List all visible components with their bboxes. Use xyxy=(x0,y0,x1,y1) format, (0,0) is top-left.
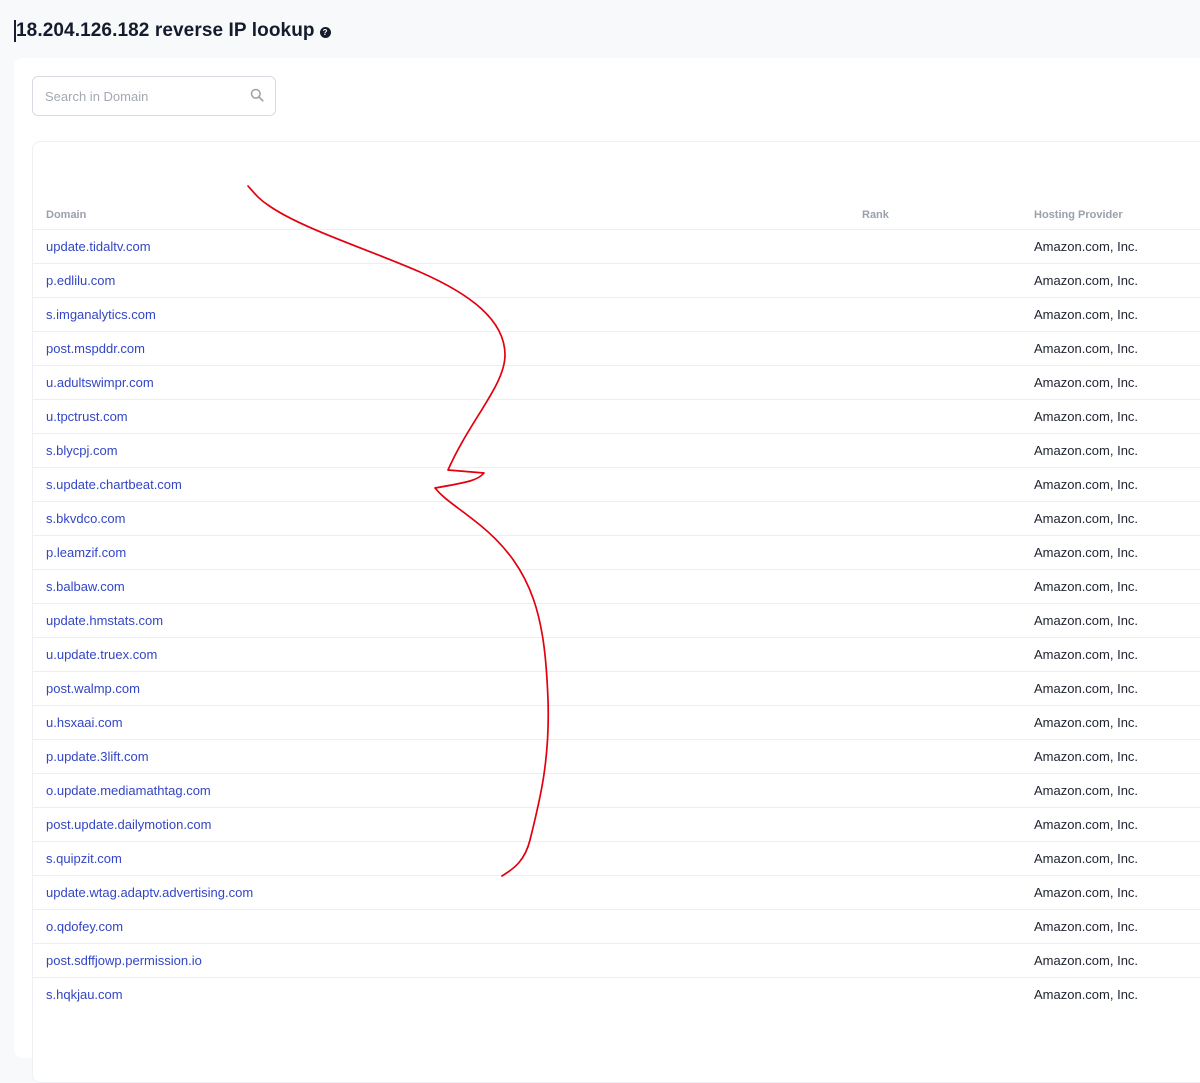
table-row: p.update.3lift.com Amazon.com, Inc. xyxy=(33,739,1200,773)
hosting-provider-cell: Amazon.com, Inc. xyxy=(1034,545,1139,560)
table-row: s.blycpj.com Amazon.com, Inc. xyxy=(33,433,1200,467)
table-row: p.leamzif.com Amazon.com, Inc. xyxy=(33,535,1200,569)
table-row: update.tidaltv.com Amazon.com, Inc. xyxy=(33,229,1200,263)
domain-link[interactable]: update.tidaltv.com xyxy=(46,239,151,254)
hosting-provider-cell: Amazon.com, Inc. xyxy=(1034,511,1139,526)
table-row: u.update.truex.com Amazon.com, Inc. xyxy=(33,637,1200,671)
table-row: s.bkvdco.com Amazon.com, Inc. xyxy=(33,501,1200,535)
table-row: o.qdofey.com Amazon.com, Inc. xyxy=(33,909,1200,943)
hosting-provider-cell: Amazon.com, Inc. xyxy=(1034,579,1139,594)
table-row: s.update.chartbeat.com Amazon.com, Inc. xyxy=(33,467,1200,501)
hosting-provider-cell: Amazon.com, Inc. xyxy=(1034,783,1139,798)
domain-table: Domain Rank Hosting Provider update.tida… xyxy=(32,141,1200,1083)
table-row: s.balbaw.com Amazon.com, Inc. xyxy=(33,569,1200,603)
domain-link[interactable]: p.update.3lift.com xyxy=(46,749,149,764)
table-row: post.walmp.com Amazon.com, Inc. xyxy=(33,671,1200,705)
table-row: post.update.dailymotion.com Amazon.com, I… xyxy=(33,807,1200,841)
hosting-provider-cell: Amazon.com, Inc. xyxy=(1034,613,1139,628)
table-row: s.quipzit.com Amazon.com, Inc. xyxy=(33,841,1200,875)
hosting-provider-cell: Amazon.com, Inc. xyxy=(1034,715,1139,730)
hosting-provider-cell: Amazon.com, Inc. xyxy=(1034,273,1139,288)
table-row: post.sdffjowp.permission.io Amazon.com, I… xyxy=(33,943,1200,977)
domain-link[interactable]: s.quipzit.com xyxy=(46,851,122,866)
table-body: update.tidaltv.com Amazon.com, Inc. p.edli… xyxy=(33,229,1200,1011)
table-row: post.mspddr.com Amazon.com, Inc. xyxy=(33,331,1200,365)
hosting-provider-cell: Amazon.com, Inc. xyxy=(1034,477,1139,492)
table-row: u.adultswimpr.com Amazon.com, Inc. xyxy=(33,365,1200,399)
table-row: u.tpctrust.com Amazon.com, Inc. xyxy=(33,399,1200,433)
hosting-provider-cell: Amazon.com, Inc. xyxy=(1034,681,1139,696)
domain-link[interactable]: update.hmstats.com xyxy=(46,613,163,628)
hosting-provider-cell: Amazon.com, Inc. xyxy=(1034,851,1139,866)
domain-link[interactable]: post.update.dailymotion.com xyxy=(46,817,211,832)
domain-link[interactable]: post.walmp.com xyxy=(46,681,140,696)
domain-link[interactable]: p.edlilu.com xyxy=(46,273,115,288)
column-header-rank[interactable]: Rank xyxy=(862,209,889,221)
page-title: 18.204.126.182 reverse IP lookup xyxy=(16,20,315,41)
table-row: p.edlilu.com Amazon.com, Inc. xyxy=(33,263,1200,297)
domain-link[interactable]: u.update.truex.com xyxy=(46,647,157,662)
hosting-provider-cell: Amazon.com, Inc. xyxy=(1034,987,1139,1002)
domain-link[interactable]: s.update.chartbeat.com xyxy=(46,477,182,492)
domain-link[interactable]: s.balbaw.com xyxy=(46,579,125,594)
hosting-provider-cell: Amazon.com, Inc. xyxy=(1034,375,1139,390)
domain-link[interactable]: s.hqkjau.com xyxy=(46,987,123,1002)
domain-link[interactable]: s.blycpj.com xyxy=(46,443,118,458)
domain-link[interactable]: p.leamzif.com xyxy=(46,545,126,560)
hosting-provider-cell: Amazon.com, Inc. xyxy=(1034,307,1139,322)
table-row: o.update.mediamathtag.com Amazon.com, Inc… xyxy=(33,773,1200,807)
domain-link[interactable]: post.mspddr.com xyxy=(46,341,145,356)
table-row: s.imganalytics.com Amazon.com, Inc. xyxy=(33,297,1200,331)
hosting-provider-cell: Amazon.com, Inc. xyxy=(1034,239,1139,254)
table-row: u.hsxaai.com Amazon.com, Inc. xyxy=(33,705,1200,739)
search-input[interactable] xyxy=(33,77,245,115)
hosting-provider-cell: Amazon.com, Inc. xyxy=(1034,749,1139,764)
domain-link[interactable]: o.update.mediamathtag.com xyxy=(46,783,211,798)
table-row: s.hqkjau.com Amazon.com, Inc. xyxy=(33,977,1200,1011)
hosting-provider-cell: Amazon.com, Inc. xyxy=(1034,953,1139,968)
domain-link[interactable]: s.imganalytics.com xyxy=(46,307,156,322)
question-circle-icon[interactable]: ? xyxy=(319,26,331,38)
table-row: update.wtag.adaptv.advertising.com Amazon… xyxy=(33,875,1200,909)
domain-link[interactable]: u.hsxaai.com xyxy=(46,715,123,730)
domain-link[interactable]: o.qdofey.com xyxy=(46,919,123,934)
table-row: update.hmstats.com Amazon.com, Inc. xyxy=(33,603,1200,637)
search-icon[interactable] xyxy=(250,88,264,102)
page-header: 18.204.126.182 reverse IP lookup ? xyxy=(14,18,331,44)
hosting-provider-cell: Amazon.com, Inc. xyxy=(1034,409,1139,424)
hosting-provider-cell: Amazon.com, Inc. xyxy=(1034,647,1139,662)
results-card: Domain Rank Hosting Provider update.tida… xyxy=(14,58,1200,1083)
column-header-domain[interactable]: Domain xyxy=(46,209,86,221)
domain-link[interactable]: update.wtag.adaptv.advertising.com xyxy=(46,885,253,900)
search-box[interactable] xyxy=(32,76,276,116)
domain-link[interactable]: s.bkvdco.com xyxy=(46,511,125,526)
hosting-provider-cell: Amazon.com, Inc. xyxy=(1034,919,1139,934)
domain-link[interactable]: u.adultswimpr.com xyxy=(46,375,154,390)
hosting-provider-cell: Amazon.com, Inc. xyxy=(1034,885,1139,900)
hosting-provider-cell: Amazon.com, Inc. xyxy=(1034,341,1139,356)
hosting-provider-cell: Amazon.com, Inc. xyxy=(1034,817,1139,832)
column-header-hosting-provider[interactable]: Hosting Provider xyxy=(1034,209,1123,221)
domain-link[interactable]: u.tpctrust.com xyxy=(46,409,128,424)
domain-link[interactable]: post.sdffjowp.permission.io xyxy=(46,953,202,968)
hosting-provider-cell: Amazon.com, Inc. xyxy=(1034,443,1139,458)
